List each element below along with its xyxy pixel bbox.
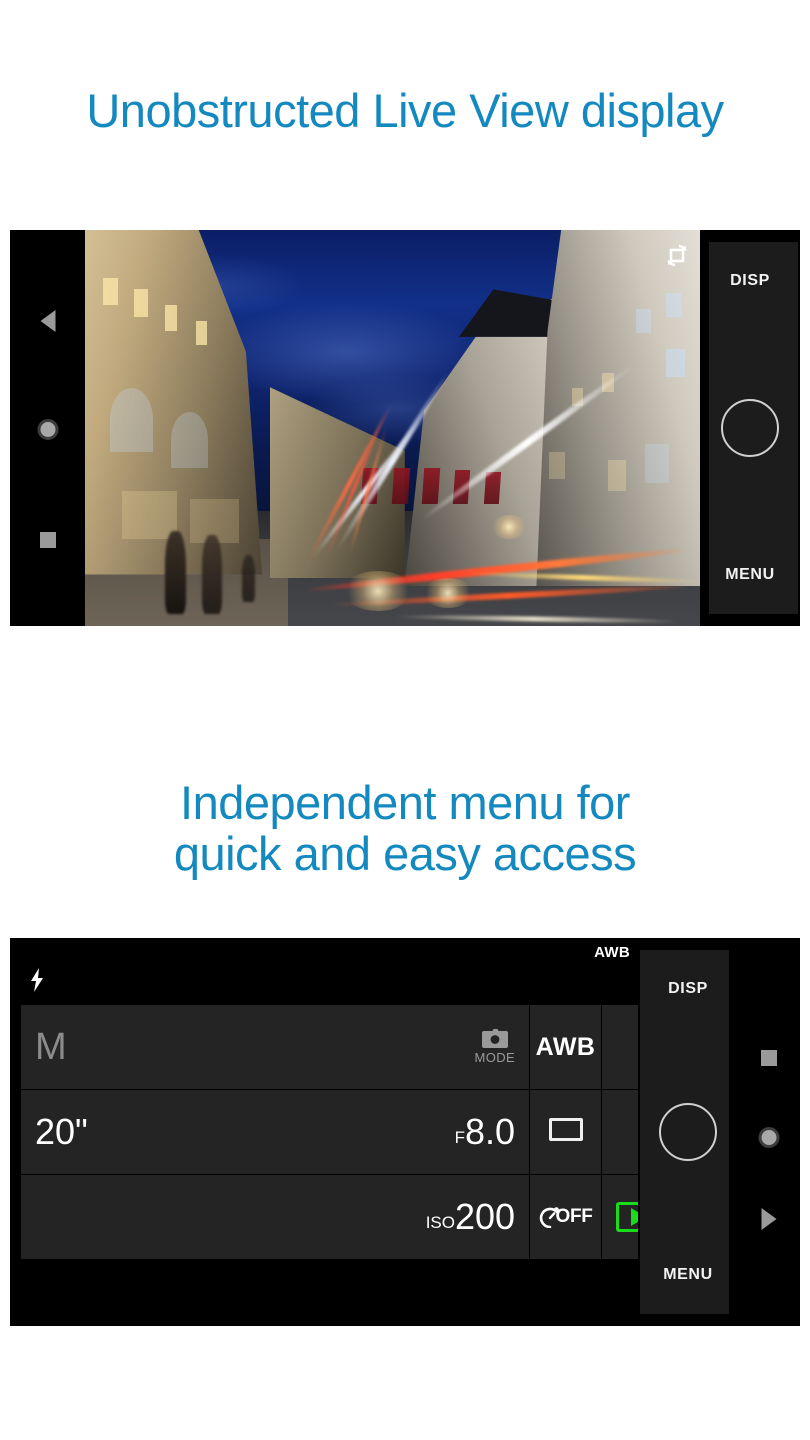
white-balance-value: AWB — [535, 1032, 596, 1061]
live-view-screenshot: DISP MENU — [10, 230, 800, 626]
window — [548, 451, 565, 480]
aperture-prefix: F — [454, 1128, 466, 1147]
light-glow — [490, 515, 527, 540]
window — [134, 289, 148, 318]
home-icon[interactable] — [758, 1127, 780, 1148]
pedestrian — [164, 530, 186, 615]
exposure-cell[interactable]: 20" F 8.0 — [19, 1089, 531, 1175]
street-banner — [391, 467, 410, 504]
mode-button-group[interactable]: MODE — [474, 1029, 515, 1065]
arched-window — [109, 388, 153, 452]
white-balance-status: AWB — [594, 944, 630, 961]
live-view-photo — [85, 230, 700, 626]
drive-mode-cell[interactable] — [529, 1089, 603, 1175]
menu-body: AWB M MODE AWB 20" F 8.0 ISO 200 OFF — [10, 938, 672, 1326]
camera-menu-screenshot: AWB M MODE AWB 20" F 8.0 ISO 200 OFF DIS… — [10, 938, 800, 1326]
self-timer-state: OFF — [555, 1206, 593, 1227]
menu-button[interactable]: MENU — [638, 1266, 738, 1284]
page-title-line-2: quick and easy access — [173, 826, 637, 880]
iso-group[interactable]: ISO 200 — [426, 1199, 515, 1235]
street-banner — [422, 467, 441, 504]
page-title-live-view: Unobstructed Live View display — [86, 84, 724, 137]
iso-cell[interactable]: ISO 200 — [19, 1174, 531, 1260]
pedestrian — [201, 534, 222, 615]
shooting-mode-value: M — [35, 1026, 67, 1068]
self-timer-group: OFF — [530, 1206, 601, 1228]
single-shot-rectangle-icon — [548, 1118, 583, 1141]
disp-button[interactable]: DISP — [700, 272, 800, 290]
recents-icon[interactable] — [761, 1050, 777, 1066]
street-bin — [241, 554, 256, 603]
white-balance-cell[interactable]: AWB — [529, 1004, 603, 1090]
menu-button[interactable]: MENU — [700, 566, 800, 584]
android-nav-bar-right — [738, 938, 800, 1326]
window — [636, 309, 651, 333]
disp-button[interactable]: DISP — [638, 980, 738, 998]
flash-icon[interactable] — [28, 968, 46, 992]
back-icon[interactable] — [761, 1208, 777, 1230]
back-icon[interactable] — [40, 310, 55, 332]
page-title-line-1: Independent menu for — [180, 776, 630, 829]
window — [164, 305, 178, 331]
screen-rotate-icon[interactable] — [662, 242, 692, 270]
window — [103, 277, 119, 306]
page-title-independent-menu: Independent menu for quick and easy acce… — [0, 776, 810, 880]
home-icon[interactable] — [37, 419, 58, 440]
window — [665, 293, 682, 318]
aperture-group[interactable]: F 8.0 — [455, 1114, 515, 1150]
iso-value: 200 — [455, 1196, 516, 1237]
window — [644, 443, 670, 484]
mode-label: MODE — [474, 1050, 516, 1065]
android-nav-bar-left — [10, 230, 85, 626]
shopfront-window — [121, 491, 178, 539]
table-row: M MODE AWB — [19, 1004, 672, 1090]
shutter-button[interactable] — [721, 399, 779, 457]
arched-window — [171, 412, 208, 468]
shutter-speed-value: 20" — [35, 1111, 88, 1152]
recents-icon[interactable] — [39, 532, 56, 548]
camera-control-panel: DISP MENU — [638, 938, 738, 1326]
table-row: ISO 200 OFF — [19, 1174, 672, 1260]
iso-prefix: ISO — [425, 1213, 455, 1232]
page-root: Unobstructed Live View display DISP MENU… — [0, 0, 810, 1440]
mode-cell[interactable]: M MODE — [19, 1004, 531, 1090]
window — [195, 321, 208, 345]
self-timer-cell[interactable]: OFF — [529, 1174, 603, 1260]
shutter-button[interactable] — [659, 1103, 717, 1161]
table-row: 20" F 8.0 — [19, 1089, 672, 1175]
mode-button[interactable]: MODE — [474, 1029, 515, 1065]
camera-icon — [481, 1029, 508, 1048]
aperture-value: 8.0 — [465, 1111, 516, 1152]
camera-settings-grid: M MODE AWB 20" F 8.0 ISO 200 OFF — [19, 1004, 672, 1260]
window — [666, 348, 685, 377]
light-glow — [343, 570, 414, 611]
window — [607, 459, 627, 492]
camera-control-panel: DISP MENU — [700, 230, 800, 626]
